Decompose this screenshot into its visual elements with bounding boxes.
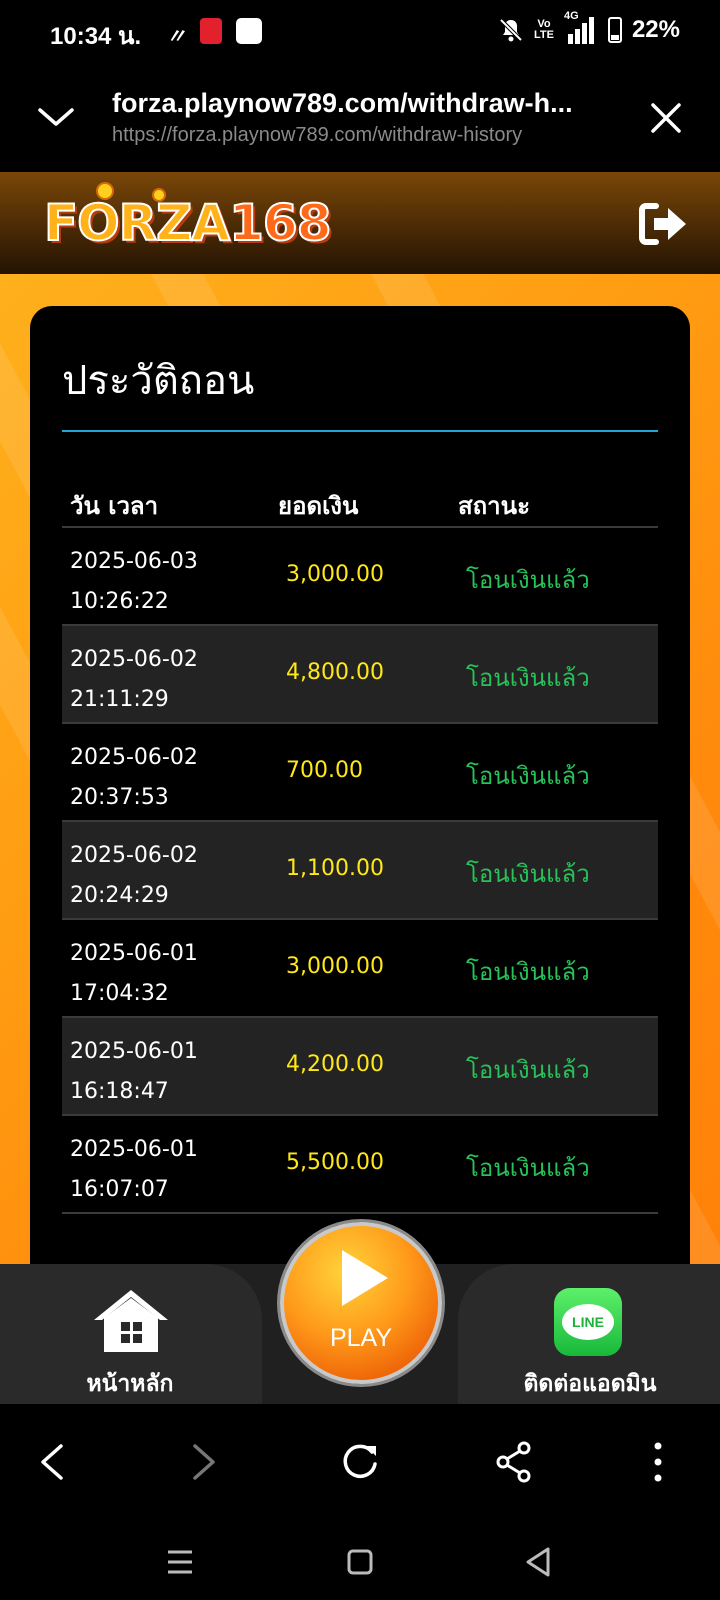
row-amount: 5,500.00	[286, 1150, 384, 1175]
coin-icon	[96, 182, 114, 200]
row-datetime: 2025-06-02 21:11:29	[70, 640, 198, 720]
row-time: 20:37:53	[70, 785, 169, 810]
withdraw-history-card: ประวัติถอน วัน เวลา ยอดเงิน สถานะ 2025-0…	[30, 306, 690, 1266]
signal-icon: 4G	[564, 10, 598, 44]
row-status: โอนเงินแล้ว	[466, 566, 590, 594]
row-time: 20:24:29	[70, 883, 169, 908]
line-app-icon[interactable]: LINE	[554, 1288, 622, 1356]
row-time: 16:07:07	[70, 1177, 169, 1202]
status-time: 10:34 น.	[50, 23, 142, 50]
share-icon[interactable]	[484, 1432, 544, 1492]
row-datetime: 2025-06-03 10:26:22	[70, 542, 198, 622]
page-heading: ประวัติถอน	[62, 358, 255, 404]
row-date: 2025-06-02	[70, 745, 198, 770]
media-app-icon	[236, 18, 262, 44]
table-row: 2025-06-01 17:04:32 3,000.00 โอนเงินแล้ว	[62, 920, 658, 1018]
play-label: PLAY	[329, 1324, 393, 1352]
back-system-icon[interactable]	[516, 1540, 560, 1584]
more-options-icon[interactable]	[628, 1432, 688, 1492]
table-row: 2025-06-01 16:07:07 5,500.00 โอนเงินแล้ว	[62, 1116, 658, 1214]
row-amount: 3,000.00	[286, 562, 384, 587]
site-header: FORZA168	[0, 172, 720, 274]
row-status: โอนเงินแล้ว	[466, 664, 590, 692]
row-date: 2025-06-02	[70, 647, 198, 672]
table-body: 2025-06-03 10:26:22 3,000.00 โอนเงินแล้ว…	[62, 528, 658, 1214]
row-datetime: 2025-06-01 16:07:07	[70, 1130, 198, 1210]
row-amount: 1,100.00	[286, 856, 384, 881]
row-time: 16:18:47	[70, 1079, 169, 1104]
mute-notifications-icon	[499, 18, 523, 42]
browser-url-bar: forza.playnow789.com/withdraw-h... https…	[0, 64, 720, 172]
row-amount: 4,800.00	[286, 660, 384, 685]
row-datetime: 2025-06-01 16:18:47	[70, 1032, 198, 1112]
play-button[interactable]: PLAY	[280, 1222, 442, 1384]
row-date: 2025-06-01	[70, 1039, 198, 1064]
system-nav-bar	[0, 1524, 720, 1600]
row-date: 2025-06-01	[70, 941, 198, 966]
home-system-icon[interactable]	[338, 1540, 382, 1584]
row-status: โอนเงินแล้ว	[466, 958, 590, 986]
column-header-datetime: วัน เวลา	[70, 492, 159, 520]
home-icon[interactable]	[90, 1286, 172, 1356]
row-status: โอนเงินแล้ว	[466, 860, 590, 888]
refresh-icon[interactable]	[330, 1432, 390, 1492]
battery-icon	[607, 17, 622, 43]
line-badge: LINE	[562, 1304, 614, 1340]
row-status: โอนเงินแล้ว	[466, 1056, 590, 1084]
row-status: โอนเงินแล้ว	[466, 1154, 590, 1182]
chevron-down-icon[interactable]	[36, 102, 76, 132]
coin-icon	[152, 188, 166, 202]
row-datetime: 2025-06-02 20:37:53	[70, 738, 198, 818]
heading-divider	[62, 430, 658, 432]
site-logo[interactable]: FORZA168	[43, 193, 333, 253]
nav-home-label[interactable]: หน้าหลัก	[60, 1366, 200, 1402]
row-datetime: 2025-06-01 17:04:32	[70, 934, 198, 1014]
network-type: 4G	[563, 10, 579, 22]
browser-toolbar	[0, 1404, 720, 1524]
row-date: 2025-06-01	[70, 1137, 198, 1162]
table-row: 2025-06-02 21:11:29 4,800.00 โอนเงินแล้ว	[62, 626, 658, 724]
play-icon	[342, 1250, 388, 1306]
nav-contact-admin-label[interactable]: ติดต่อแอดมิน	[508, 1366, 672, 1402]
table-row: 2025-06-02 20:24:29 1,100.00 โอนเงินแล้ว	[62, 822, 658, 920]
row-amount: 4,200.00	[286, 1052, 384, 1077]
logo-number: 168	[228, 193, 332, 253]
logout-icon[interactable]	[638, 202, 690, 246]
row-date: 2025-06-03	[70, 549, 198, 574]
column-header-status: สถานะ	[458, 492, 530, 520]
shopee-app-icon	[200, 18, 222, 44]
logo-text: FORZA	[43, 193, 231, 253]
page-title[interactable]: forza.playnow789.com/withdraw-h...	[112, 88, 612, 119]
table-row: 2025-06-02 20:37:53 700.00 โอนเงินแล้ว	[62, 724, 658, 822]
table-header: วัน เวลา ยอดเงิน สถานะ	[62, 482, 658, 528]
volte-icon: Vo LTE	[534, 19, 554, 41]
row-status: โอนเงินแล้ว	[466, 762, 590, 790]
column-header-amount: ยอดเงิน	[278, 492, 359, 520]
row-time: 17:04:32	[70, 981, 169, 1006]
back-icon[interactable]	[22, 1432, 82, 1492]
page-url[interactable]: https://forza.playnow789.com/withdraw-hi…	[112, 124, 522, 147]
row-datetime: 2025-06-02 20:24:29	[70, 836, 198, 916]
status-indicators: Vo LTE 4G 22%	[498, 10, 680, 44]
row-time: 10:26:22	[70, 589, 169, 614]
status-bar: 10:34 น. 〃 Vo LTE 4G 22%	[0, 0, 720, 64]
volte-bottom: LTE	[533, 29, 554, 41]
table-row: 2025-06-01 16:18:47 4,200.00 โอนเงินแล้ว	[62, 1018, 658, 1116]
forward-icon[interactable]	[174, 1432, 234, 1492]
row-date: 2025-06-02	[70, 843, 198, 868]
row-amount: 3,000.00	[286, 954, 384, 979]
row-amount: 700.00	[286, 758, 363, 783]
notification-app-icon: 〃	[166, 24, 186, 48]
close-icon[interactable]	[648, 100, 684, 136]
table-row: 2025-06-03 10:26:22 3,000.00 โอนเงินแล้ว	[62, 528, 658, 626]
battery-percent: 22%	[631, 16, 680, 43]
row-time: 21:11:29	[70, 687, 169, 712]
recent-apps-icon[interactable]	[158, 1540, 202, 1584]
